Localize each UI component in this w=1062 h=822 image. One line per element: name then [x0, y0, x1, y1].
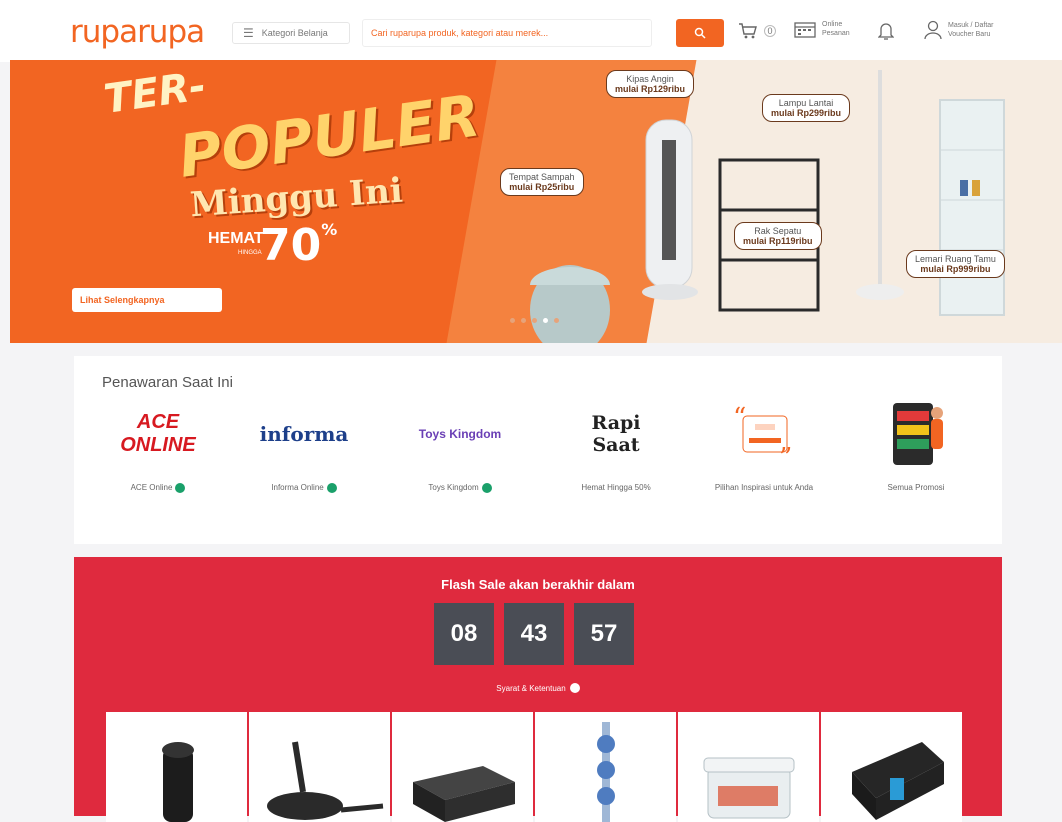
- category-menu-label: Kategori Belanja: [261, 28, 328, 38]
- carousel-dots[interactable]: [510, 318, 559, 323]
- online-label-line1: Online: [822, 21, 843, 28]
- tool-case-product-image: [851, 742, 944, 820]
- offer-section-title: Penawaran Saat Ini: [102, 374, 233, 391]
- tag-kipas-angin-price: mulai Rp129ribu: [615, 84, 686, 94]
- category-menu-button[interactable]: ☰ Kategori Belanja: [232, 22, 350, 44]
- flash-product-card[interactable]: [249, 712, 390, 822]
- tag-tempat-sampah-price: mulai Rp25ribu: [509, 182, 575, 192]
- tag-lemari-ruang-tamu-price: mulai Rp999ribu: [920, 264, 991, 274]
- tag-lemari-ruang-tamu[interactable]: Lemari Ruang Tamu mulai Rp999ribu: [906, 250, 1005, 278]
- cart-icon: [739, 23, 757, 39]
- safe-box-product-image: [412, 766, 515, 822]
- terms-link[interactable]: Syarat & Ketentuan: [74, 683, 1002, 693]
- offer-ace-online[interactable]: ACE ONLINE ACE Online: [98, 404, 218, 494]
- tag-lemari-ruang-tamu-name: Lemari Ruang Tamu: [915, 254, 996, 264]
- tag-lampu-lantai-price: mulai Rp299ribu: [771, 108, 842, 118]
- countdown-minutes: 43: [504, 603, 564, 665]
- brand-logo[interactable]: ruparupa: [70, 14, 205, 50]
- informa-logo-text: informa: [259, 422, 349, 446]
- rapi-saat-logo-text: Rapi Saat: [591, 412, 641, 456]
- flash-product-card[interactable]: [392, 712, 533, 822]
- carousel-dot-active[interactable]: [543, 318, 548, 323]
- offer-label: Informa Online: [271, 483, 324, 492]
- countdown-seconds: 57: [574, 603, 634, 665]
- voucher-label: Voucher Baru: [948, 31, 991, 38]
- ace-logo-text: ACE ONLINE: [120, 411, 196, 456]
- info-icon: [569, 683, 580, 693]
- promo-phone-icon: [866, 403, 966, 465]
- carousel-dot[interactable]: [532, 318, 537, 323]
- search-button[interactable]: [676, 19, 724, 47]
- offer-label: ACE Online: [130, 483, 173, 492]
- online-order-button[interactable]: Online Pesanan: [794, 20, 850, 38]
- rapi-saat-logo: Rapi Saat: [566, 404, 666, 464]
- informa-logo: informa: [254, 404, 354, 464]
- offer-toys-kingdom[interactable]: Toys Kingdom Toys Kingdom: [400, 404, 520, 494]
- cart-count-badge: 0: [764, 25, 776, 37]
- online-label-line2: Pesanan: [822, 30, 850, 37]
- countdown-timer: 08 43 57: [434, 603, 634, 665]
- bell-icon: [877, 23, 895, 40]
- tag-tempat-sampah[interactable]: Tempat Sampah mulai Rp25ribu: [500, 168, 584, 196]
- verified-icon: [481, 483, 492, 493]
- carousel-dot[interactable]: [510, 318, 515, 323]
- tag-lampu-lantai[interactable]: Lampu Lantai mulai Rp299ribu: [762, 94, 851, 122]
- carousel-dot[interactable]: [521, 318, 526, 323]
- login-button[interactable]: Masuk / Daftar Voucher Baru: [924, 20, 994, 40]
- tag-lampu-lantai-name: Lampu Lantai: [778, 98, 834, 108]
- verified-icon: [326, 483, 337, 493]
- countdown-hours: 08: [434, 603, 494, 665]
- pan-product-image: [266, 741, 383, 820]
- tag-rak-sepatu[interactable]: Rak Sepatu mulai Rp119ribu: [734, 222, 822, 250]
- current-offers-section: Penawaran Saat Ini ACE ONLINE ACE Online…: [74, 356, 1002, 544]
- cart-button[interactable]: 0: [738, 22, 776, 40]
- search-icon: [694, 27, 706, 39]
- tag-rak-sepatu-name: Rak Sepatu: [754, 226, 802, 236]
- offer-label: Pilihan Inspirasi untuk Anda: [714, 483, 814, 492]
- flash-product-card[interactable]: [821, 712, 962, 822]
- carousel-dot[interactable]: [554, 318, 559, 323]
- tag-rak-sepatu-price: mulai Rp119ribu: [743, 236, 813, 246]
- user-icon: [924, 20, 942, 40]
- flash-product-card[interactable]: [678, 712, 819, 822]
- tag-tempat-sampah-name: Tempat Sampah: [509, 172, 575, 182]
- hero-banner[interactable]: TER- POPULER Minggu Ini HEMAT HINGGA 70%…: [10, 60, 1062, 343]
- flash-sale-title: Flash Sale akan berakhir dalam: [441, 577, 635, 592]
- terms-label: Syarat & Ketentuan: [496, 683, 566, 693]
- offer-label: Hemat Hingga 50%: [581, 483, 651, 492]
- inspiration-quote-icon: “ ”: [714, 404, 814, 464]
- hamburger-icon: ☰: [243, 26, 254, 40]
- tag-kipas-angin-name: Kipas Angin: [626, 74, 674, 84]
- offer-informa-online[interactable]: informa Informa Online: [244, 404, 364, 494]
- glass-cabinet-illustration: [939, 99, 1005, 316]
- notification-button[interactable]: [877, 21, 895, 46]
- offer-all-promotions[interactable]: Semua Promosi: [856, 403, 976, 494]
- offer-rapi-saat[interactable]: Rapi Saat Hemat Hingga 50%: [556, 404, 676, 494]
- hook-rack-product-image: [596, 722, 615, 822]
- grinder-product-image: [161, 742, 194, 822]
- site-header: ruparupa ☰ Kategori Belanja Cari ruparup…: [0, 0, 1062, 62]
- phone-promo-icon: [893, 403, 943, 465]
- glass-container-product-image: [703, 757, 794, 819]
- toys-kingdom-logo: Toys Kingdom: [410, 404, 510, 464]
- calendar-icon: [794, 22, 816, 38]
- product-illustrations: [530, 70, 1005, 343]
- quote-icon: “ ”: [733, 404, 792, 464]
- offer-label: Semua Promosi: [887, 483, 945, 492]
- flash-product-card[interactable]: [106, 712, 247, 822]
- toys-kingdom-logo-text: Toys Kingdom: [418, 427, 502, 441]
- search-input[interactable]: Cari ruparupa produk, kategori atau mere…: [362, 19, 652, 47]
- flash-product-card[interactable]: [535, 712, 676, 822]
- ace-logo: ACE ONLINE: [108, 404, 208, 464]
- svg-text:”: ”: [779, 443, 792, 464]
- tag-kipas-angin[interactable]: Kipas Angin mulai Rp129ribu: [606, 70, 695, 98]
- offer-inspirasi[interactable]: “ ” Pilihan Inspirasi untuk Anda: [704, 404, 824, 494]
- login-label: Masuk / Daftar: [948, 22, 994, 29]
- verified-icon: [175, 483, 186, 493]
- flash-sale-section: Flash Sale akan berakhir dalam 08 43 57 …: [74, 557, 1002, 822]
- flash-product-list: [106, 712, 962, 822]
- offer-label: Toys Kingdom: [428, 483, 479, 492]
